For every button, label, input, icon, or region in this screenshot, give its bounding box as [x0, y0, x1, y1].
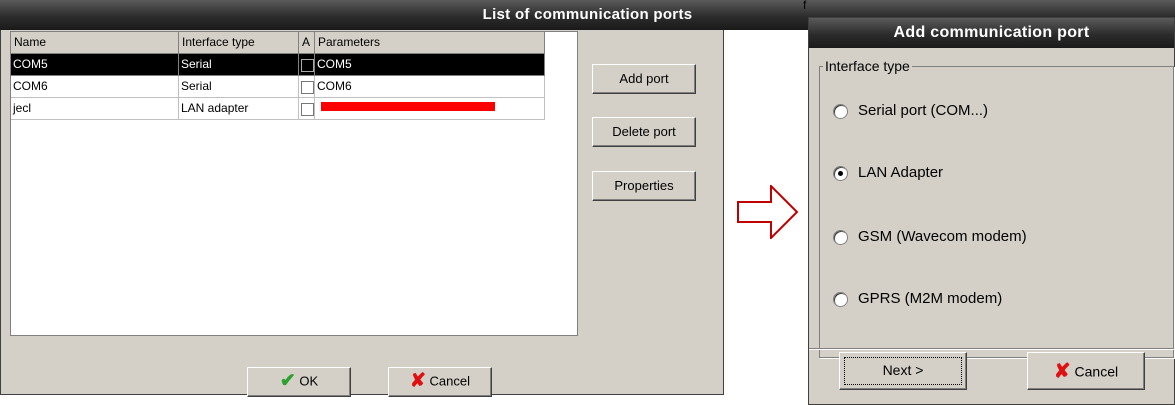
- cell-active: [299, 54, 315, 76]
- cell-params: [315, 98, 545, 120]
- radio-gprs[interactable]: GPRS (M2M modem): [833, 290, 1002, 307]
- right-arrow-icon: [737, 185, 799, 239]
- next-button[interactable]: Next >: [839, 352, 967, 390]
- column-header-interface-type[interactable]: Interface type: [179, 32, 299, 54]
- cell-active: [299, 98, 315, 120]
- cell-interface: LAN adapter: [179, 98, 299, 120]
- radio-button[interactable]: [833, 103, 848, 119]
- redaction-bar: [321, 102, 495, 111]
- checkmark-icon: ✔: [279, 370, 296, 392]
- column-header-name[interactable]: Name: [11, 32, 179, 54]
- add-port-button[interactable]: Add port: [592, 64, 696, 94]
- cell-params: COM5: [315, 54, 545, 76]
- radio-lan-adapter[interactable]: LAN Adapter: [833, 164, 943, 181]
- cell-interface: Serial: [179, 54, 299, 76]
- cell-params: COM6: [315, 76, 545, 98]
- delete-port-button[interactable]: Delete port: [592, 117, 696, 147]
- cell-interface: Serial: [179, 76, 299, 98]
- cell-name: COM6: [11, 76, 179, 98]
- active-checkbox[interactable]: [301, 103, 314, 116]
- radio-button[interactable]: [833, 291, 848, 307]
- radio-gsm[interactable]: GSM (Wavecom modem): [833, 228, 1027, 245]
- radio-serial-port[interactable]: Serial port (COM...): [833, 102, 988, 119]
- cancel-button-label: Cancel: [429, 373, 470, 389]
- cross-icon: ✘: [409, 370, 426, 392]
- interface-type-label: Interface type: [823, 58, 912, 74]
- dialog-cancel-button[interactable]: ✘ Cancel: [1027, 352, 1145, 390]
- radio-label: Serial port (COM...): [858, 102, 989, 119]
- cell-active: [299, 76, 315, 98]
- radio-button[interactable]: [833, 165, 848, 181]
- column-header-parameters[interactable]: Parameters: [315, 32, 545, 54]
- delete-port-button-label: Delete port: [612, 124, 676, 139]
- properties-button[interactable]: Properties: [592, 171, 696, 201]
- focus-rect: [844, 357, 962, 385]
- radio-button[interactable]: [833, 229, 848, 245]
- add-port-title: Add communication port: [893, 24, 1090, 41]
- ports-list[interactable]: Name Interface type A Parameters COM5 Se…: [10, 31, 578, 336]
- column-header-active[interactable]: A: [299, 32, 315, 54]
- ok-button[interactable]: ✔ OK: [247, 367, 351, 397]
- cancel-button[interactable]: ✘ Cancel: [388, 367, 492, 397]
- radio-label: GPRS (M2M modem): [858, 290, 1003, 307]
- background-text: f: [803, 0, 807, 12]
- cell-name: COM5: [11, 54, 179, 76]
- cell-name: jecl: [11, 98, 179, 120]
- active-checkbox[interactable]: [301, 81, 314, 94]
- properties-button-label: Properties: [614, 178, 674, 193]
- ports-list-window: List of communication ports Name Interfa…: [0, 0, 1175, 397]
- ok-button-label: OK: [299, 373, 319, 389]
- add-port-titlebar[interactable]: Add communication port: [809, 18, 1174, 48]
- active-checkbox[interactable]: [301, 59, 314, 72]
- radio-label: LAN Adapter: [858, 164, 944, 181]
- dialog-separator: [809, 348, 1174, 350]
- radio-label: GSM (Wavecom modem): [858, 228, 1027, 245]
- dialog-cancel-button-label: Cancel: [1074, 363, 1119, 380]
- add-port-button-label: Add port: [619, 71, 669, 86]
- add-port-dialog: Add communication port Interface type Se…: [808, 17, 1175, 405]
- cross-icon: ✘: [1053, 360, 1071, 383]
